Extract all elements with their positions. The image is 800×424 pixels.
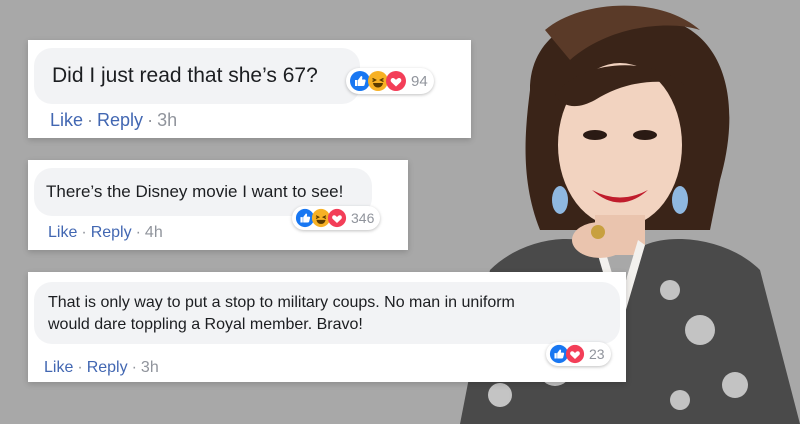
reply-link-2[interactable]: Reply — [91, 224, 132, 241]
comment-text-2: There’s the Disney movie I want to see! — [46, 182, 344, 201]
separator-dot: · — [135, 224, 141, 241]
reply-link-1[interactable]: Reply — [97, 110, 143, 130]
comment-actions-1: Like · Reply · 3h — [50, 110, 177, 131]
reaction-summary-3[interactable]: 23 — [546, 342, 611, 366]
reaction-count-2: 346 — [351, 210, 375, 226]
separator-dot: · — [81, 224, 87, 241]
like-link-2[interactable]: Like — [48, 224, 77, 241]
comment-bubble-1: Did I just read that she’s 67? — [34, 48, 360, 104]
like-link-1[interactable]: Like — [50, 110, 83, 130]
comment-bubble-3: That is only way to put a stop to milita… — [34, 282, 620, 344]
like-link-3[interactable]: Like — [44, 359, 73, 376]
reaction-count-3: 23 — [589, 346, 605, 362]
reply-link-3[interactable]: Reply — [87, 359, 128, 376]
timestamp-3[interactable]: 3h — [141, 359, 159, 376]
reaction-summary-1[interactable]: 94 — [346, 68, 434, 94]
comment-card-2: There’s the Disney movie I want to see! … — [28, 160, 408, 250]
separator-dot: · — [77, 359, 83, 376]
comment-actions-2: Like · Reply · 4h — [48, 224, 163, 242]
love-icon — [565, 344, 585, 364]
comment-text-1: Did I just read that she’s 67? — [52, 64, 318, 87]
love-icon — [386, 71, 406, 91]
timestamp-2[interactable]: 4h — [145, 224, 163, 241]
comment-text-3-line2: would dare toppling a Royal member. Brav… — [48, 316, 363, 333]
comment-actions-3: Like · Reply · 3h — [44, 359, 159, 377]
separator-dot: · — [131, 359, 137, 376]
comment-card-3: That is only way to put a stop to milita… — [28, 272, 626, 382]
separator-dot: · — [147, 110, 154, 130]
separator-dot: · — [87, 110, 94, 130]
love-icon — [327, 208, 347, 228]
comment-card-1: Did I just read that she’s 67? 94 Like · R… — [28, 40, 471, 138]
reaction-count-1: 94 — [411, 72, 428, 90]
timestamp-1[interactable]: 3h — [157, 110, 177, 130]
comment-text-3-line1: That is only way to put a stop to milita… — [48, 294, 515, 311]
reaction-summary-2[interactable]: 346 — [292, 206, 381, 230]
